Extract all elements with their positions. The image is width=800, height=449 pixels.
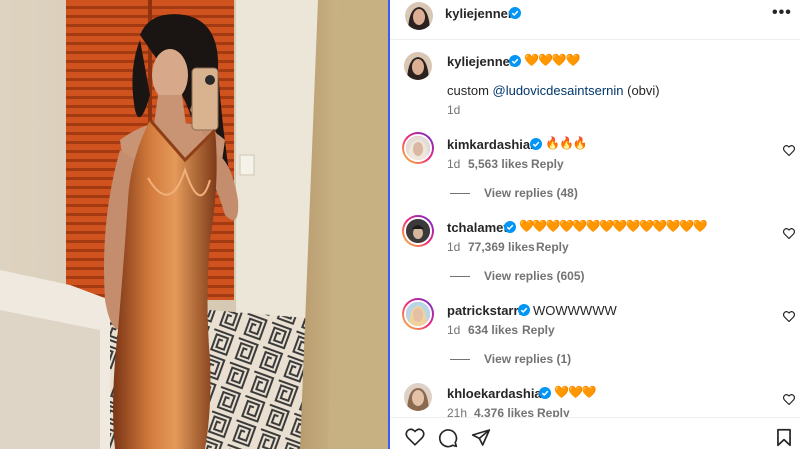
verified-badge-icon: [530, 138, 542, 150]
commenter-avatar-image: [404, 383, 432, 411]
view-replies-line: [450, 359, 470, 361]
reply-button[interactable]: Reply: [531, 157, 564, 171]
comment-likes[interactable]: 77,369 likes: [468, 240, 535, 254]
caption-text-prefix: custom: [447, 83, 493, 98]
verified-badge-icon: [509, 55, 521, 67]
share-icon[interactable]: [471, 428, 491, 449]
verified-badge-icon: [509, 7, 521, 19]
comment-item: tchalamet 🧡🧡🧡🧡🧡🧡🧡🧡🧡🧡🧡🧡🧡🧡 1d 77,369 likes…: [390, 214, 800, 297]
reply-button[interactable]: Reply: [536, 240, 569, 254]
caption-time: 1d: [447, 103, 461, 117]
commenter-avatar[interactable]: [402, 298, 434, 330]
author-username[interactable]: kyliejenner: [445, 6, 513, 21]
comments-panel: kyliejenner ••• kyliejenner 🧡🧡�: [388, 0, 800, 449]
comment-likes[interactable]: 634 likes: [468, 323, 518, 337]
commenter-avatar[interactable]: [402, 132, 434, 164]
verified-badge-icon: [518, 304, 530, 316]
comment-time: 21h: [447, 406, 468, 417]
commenter-avatar-image: [406, 302, 430, 326]
commenter-avatar[interactable]: [402, 215, 434, 247]
more-options-icon[interactable]: •••: [772, 4, 792, 22]
caption-text-suffix: (obvi): [623, 83, 660, 98]
comment-like-heart-icon[interactable]: [782, 143, 796, 161]
author-avatar[interactable]: [405, 2, 433, 30]
reply-button[interactable]: Reply: [537, 406, 570, 417]
comment-time: 1d: [447, 240, 461, 254]
comment-text: WOWWWWW: [533, 303, 617, 318]
comment-username[interactable]: khloekardashian: [447, 386, 550, 401]
caption-username[interactable]: kyliejenner: [447, 54, 515, 69]
view-replies-label: View replies (48): [484, 186, 578, 200]
comment-time: 1d: [447, 157, 461, 171]
view-replies-button[interactable]: View replies (48): [450, 186, 578, 200]
photo-illustration: [0, 0, 388, 449]
comment-username[interactable]: patrickstarrr: [447, 303, 524, 318]
caption-avatar-image: [404, 52, 432, 80]
comment-item: khloekardashian 🧡🧡🧡 21h 4,376 likes Repl…: [390, 380, 800, 417]
caption-emoji: 🧡🧡🧡🧡: [524, 53, 581, 67]
view-replies-line: [450, 276, 470, 278]
verified-badge-icon: [504, 221, 516, 233]
comment-like-heart-icon[interactable]: [782, 226, 796, 244]
post-header: kyliejenner •••: [390, 0, 800, 40]
caption-text: custom @ludovicdesaintsernin (obvi): [447, 83, 660, 98]
caption-avatar[interactable]: [402, 50, 434, 82]
commenter-avatar-image: [406, 219, 430, 243]
caption-mention-link[interactable]: @ludovicdesaintsernin: [493, 83, 624, 98]
author-avatar-image: [405, 2, 433, 30]
post-photo[interactable]: [0, 0, 388, 449]
comment-username[interactable]: tchalamet: [447, 220, 508, 235]
comment-like-heart-icon[interactable]: [782, 309, 796, 327]
heart-icon[interactable]: [405, 428, 425, 449]
comment-item: patrickstarrr WOWWWWW 1d 634 likes Reply…: [390, 297, 800, 380]
comment-text: 🔥🔥🔥: [545, 136, 588, 150]
comment-text: 🧡🧡🧡: [554, 385, 597, 399]
view-replies-line: [450, 193, 470, 195]
post-action-bar: [390, 417, 800, 449]
commenter-avatar[interactable]: [404, 383, 432, 411]
bookmark-icon[interactable]: [776, 428, 792, 449]
comment-username[interactable]: kimkardashian: [447, 137, 538, 152]
comment-time: 1d: [447, 323, 461, 337]
reply-button[interactable]: Reply: [522, 323, 555, 337]
caption: kyliejenner 🧡🧡🧡🧡 custom @ludovicdesaints…: [390, 41, 800, 131]
view-replies-button[interactable]: View replies (605): [450, 269, 585, 283]
view-replies-label: View replies (1): [484, 352, 572, 366]
comment-text: 🧡🧡🧡🧡🧡🧡🧡🧡🧡🧡🧡🧡🧡🧡: [519, 219, 707, 233]
comment-like-heart-icon[interactable]: [782, 392, 796, 410]
comment-item: kimkardashian 🔥🔥🔥 1d 5,563 likes Reply V…: [390, 131, 800, 214]
view-replies-button[interactable]: View replies (1): [450, 352, 571, 366]
commenter-avatar-image: [406, 136, 430, 160]
comment-list: kyliejenner 🧡🧡🧡🧡 custom @ludovicdesaints…: [390, 41, 800, 417]
view-replies-label: View replies (605): [484, 269, 585, 283]
verified-badge-icon: [539, 387, 551, 399]
comment-likes[interactable]: 4,376 likes: [474, 406, 534, 417]
comment-likes[interactable]: 5,563 likes: [468, 157, 528, 171]
comment-icon[interactable]: [438, 428, 458, 449]
